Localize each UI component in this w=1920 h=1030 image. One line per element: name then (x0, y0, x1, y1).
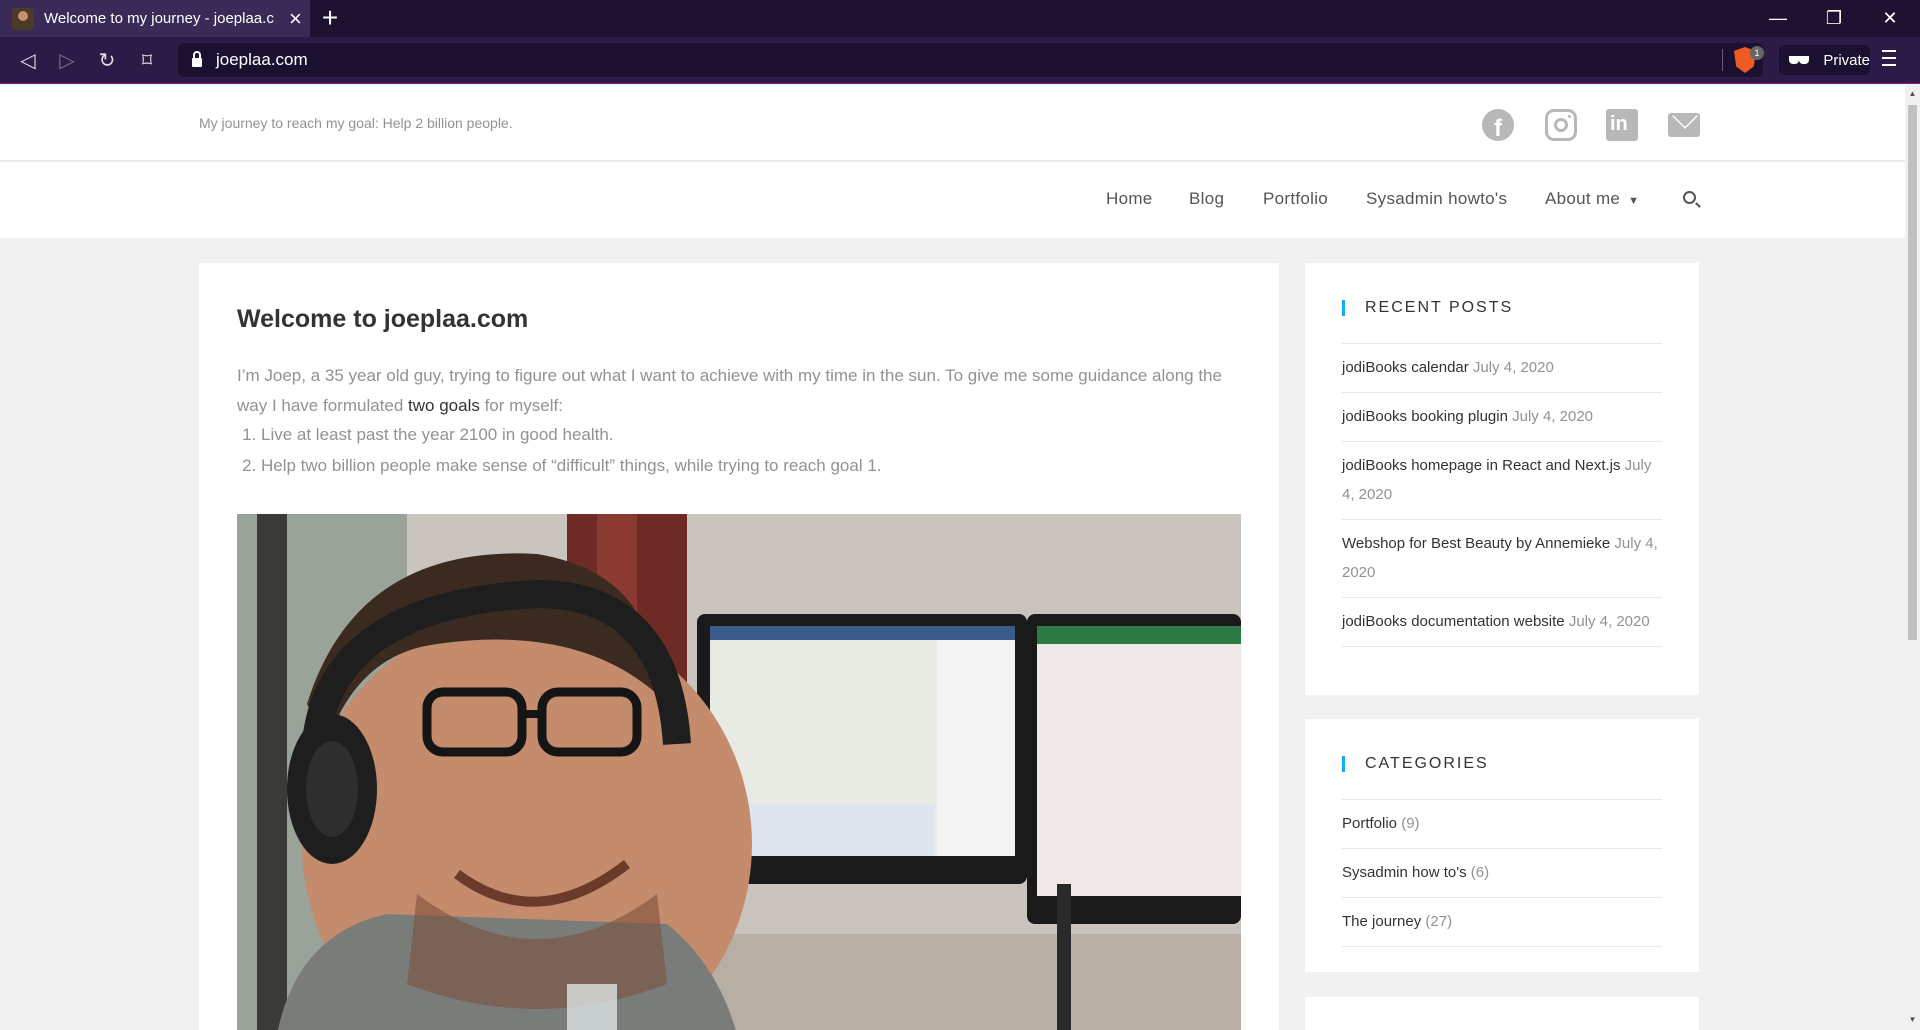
search-icon[interactable] (1683, 191, 1696, 204)
facebook-icon[interactable]: f (1482, 109, 1514, 142)
post-intro: I’m Joep, a 35 year old guy, trying to f… (237, 361, 1247, 421)
scroll-up-icon[interactable]: ▲ (1908, 89, 1917, 98)
recent-post-link[interactable]: jodiBooks booking plugin (1342, 408, 1508, 425)
goals-list: Live at least past the year 2100 in good… (261, 419, 1251, 481)
scroll-down-icon[interactable]: ▼ (1908, 1015, 1917, 1024)
minimize-window-button[interactable]: — (1750, 0, 1806, 37)
web-page: My journey to reach my goal: Help 2 bill… (0, 85, 1905, 1030)
scrollbar-thumb[interactable] (1908, 105, 1917, 640)
bookmark-icon[interactable]: ⌑ (132, 45, 162, 75)
recent-post-date: July 4, 2020 (1568, 613, 1650, 630)
reload-button[interactable]: ↻ (92, 45, 122, 75)
private-window-button[interactable]: Private (1779, 45, 1870, 75)
restore-window-button[interactable]: ❐ (1806, 0, 1862, 37)
post-title: Welcome to joeplaa.com (237, 305, 529, 333)
browser-tab[interactable]: Welcome to my journey - joeplaa.c × (0, 0, 310, 37)
browser-tab-bar: Welcome to my journey - joeplaa.c × + — … (0, 0, 1920, 37)
linkedin-icon[interactable]: in (1606, 109, 1638, 141)
recent-post-item[interactable]: Webshop for Best Beauty by Annemieke Jul… (1342, 519, 1662, 597)
browser-menu-icon[interactable] (1882, 50, 1896, 68)
main-post: Welcome to joeplaa.com I’m Joep, a 35 ye… (199, 263, 1279, 1030)
recent-post-link[interactable]: jodiBooks calendar (1342, 359, 1469, 376)
browser-toolbar: ◁ ▷ ↻ ⌑ joeplaa.com (0, 37, 1920, 84)
category-link[interactable]: Sysadmin how to's (1342, 864, 1467, 881)
tab-title: Welcome to my journey - joeplaa.c (44, 10, 274, 27)
goal-item: Help two billion people make sense of “d… (261, 450, 1251, 481)
nav-about-me[interactable]: About me ▼ (1545, 189, 1639, 209)
nav-sysadmin[interactable]: Sysadmin howto's (1366, 189, 1507, 209)
url-text: joeplaa.com (216, 50, 308, 69)
chevron-down-icon: ▼ (1628, 195, 1640, 207)
recent-posts-list: jodiBooks calendar July 4, 2020 jodiBook… (1342, 343, 1662, 647)
category-count: (6) (1470, 864, 1490, 881)
shield-count-badge: 1 (1750, 46, 1764, 60)
categories-list: Portfolio (9) Sysadmin how to's (6) The … (1342, 799, 1662, 947)
instagram-icon[interactable] (1545, 109, 1577, 141)
main-navigation: Home Blog Portfolio Sysadmin howto's Abo… (0, 162, 1905, 238)
recent-post-date: July 4, 2020 (1472, 359, 1554, 376)
recent-post-link[interactable]: jodiBooks documentation website (1342, 613, 1565, 630)
category-count: (9) (1401, 815, 1420, 832)
goal-item: Live at least past the year 2100 in good… (261, 419, 1251, 450)
recent-post-date: July 4, 2020 (1512, 408, 1594, 425)
lock-icon (192, 51, 202, 67)
private-glasses-icon (1789, 55, 1810, 65)
site-favicon-icon (12, 7, 34, 30)
recent-post-item[interactable]: jodiBooks documentation website July 4, … (1342, 597, 1662, 647)
address-bar[interactable]: joeplaa.com (178, 43, 1763, 77)
page-scrollbar[interactable]: ▲ ▼ (1905, 85, 1920, 1030)
intro-text-start: I’m Joep, a 35 year old guy, trying to f… (237, 366, 1222, 415)
nav-about-label: About me (1545, 189, 1621, 208)
nav-home[interactable]: Home (1106, 189, 1153, 209)
recent-post-item[interactable]: jodiBooks booking plugin July 4, 2020 (1342, 392, 1662, 441)
recent-post-link[interactable]: jodiBooks homepage in React and Next.js (1342, 457, 1621, 474)
recent-post-item[interactable]: jodiBooks calendar July 4, 2020 (1342, 343, 1662, 392)
private-label: Private (1823, 51, 1870, 69)
category-link[interactable]: Portfolio (1342, 815, 1397, 832)
nav-blog[interactable]: Blog (1189, 189, 1224, 209)
forward-button[interactable]: ▷ (52, 45, 82, 75)
categories-widget: CATEGORIES Portfolio (9) Sysadmin how to… (1305, 719, 1699, 972)
category-item[interactable]: Portfolio (9) (1342, 799, 1662, 848)
categories-title: CATEGORIES (1342, 756, 1489, 772)
new-tab-button[interactable]: + (315, 3, 345, 33)
recent-posts-title: RECENT POSTS (1342, 300, 1513, 316)
next-widget (1305, 997, 1699, 1030)
author-photo (237, 514, 1241, 1030)
close-window-button[interactable]: ✕ (1862, 0, 1918, 37)
recent-posts-widget: RECENT POSTS jodiBooks calendar July 4, … (1305, 263, 1699, 695)
category-count: (27) (1425, 913, 1453, 930)
site-tagline: My journey to reach my goal: Help 2 bill… (199, 115, 513, 131)
intro-text-end: for myself: (479, 396, 563, 415)
category-item[interactable]: The journey (27) (1342, 897, 1662, 947)
recent-post-link[interactable]: Webshop for Best Beauty by Annemieke (1342, 535, 1610, 552)
category-item[interactable]: Sysadmin how to's (6) (1342, 848, 1662, 897)
toolbar-divider (1722, 49, 1723, 71)
site-top-bar: My journey to reach my goal: Help 2 bill… (0, 85, 1905, 161)
nav-portfolio[interactable]: Portfolio (1263, 189, 1328, 209)
mail-icon[interactable] (1668, 113, 1700, 137)
category-link[interactable]: The journey (1342, 913, 1421, 930)
back-button[interactable]: ◁ (13, 45, 43, 75)
close-tab-icon[interactable]: × (289, 7, 302, 30)
two-goals-link[interactable]: two goals (408, 396, 480, 415)
recent-post-item[interactable]: jodiBooks homepage in React and Next.js … (1342, 441, 1662, 519)
